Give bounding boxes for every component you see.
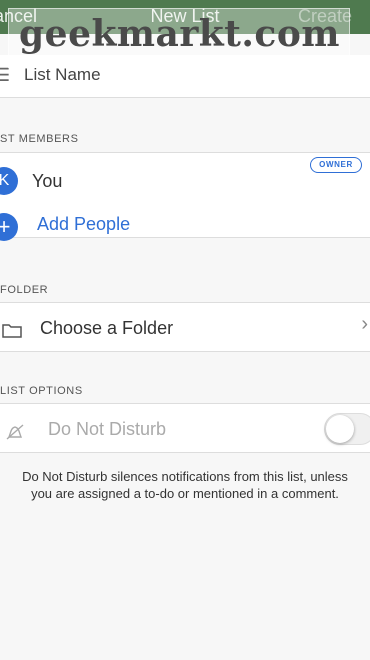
section-header-options: LIST OPTIONS bbox=[0, 385, 83, 397]
member-name: You bbox=[32, 171, 63, 191]
footnote-line-1: Do Not Disturb silences notifications fr… bbox=[22, 469, 348, 484]
owner-badge: OWNER bbox=[310, 157, 362, 173]
watermark: geekmarkt.com bbox=[8, 8, 350, 68]
muted-bell-icon bbox=[6, 424, 24, 440]
add-people-button[interactable]: + Add People bbox=[0, 199, 370, 241]
chevron-right-icon: › bbox=[361, 313, 368, 335]
section-header-folder: FOLDER bbox=[0, 284, 49, 296]
plus-icon: + bbox=[0, 213, 18, 241]
do-not-disturb-label: Do Not Disturb bbox=[48, 419, 167, 439]
do-not-disturb-toggle[interactable] bbox=[324, 413, 370, 445]
avatar: K bbox=[0, 167, 18, 195]
members-card: K You OWNER + Add People bbox=[0, 152, 370, 241]
toggle-knob bbox=[326, 415, 354, 443]
section-header-members: ST MEMBERS bbox=[0, 133, 79, 145]
footnote-line-2: you are assigned a to-do or mentioned in… bbox=[31, 486, 339, 501]
member-row-you[interactable]: K You OWNER bbox=[0, 153, 370, 195]
do-not-disturb-row: Do Not Disturb bbox=[0, 403, 370, 453]
watermark-text: geekmarkt.com bbox=[19, 13, 340, 55]
choose-folder-row[interactable]: Choose a Folder › bbox=[0, 302, 370, 352]
list-name-placeholder: List Name bbox=[24, 65, 101, 84]
add-people-label: Add People bbox=[37, 214, 131, 234]
menu-icon: ☰ bbox=[0, 65, 11, 85]
folder-icon bbox=[2, 324, 22, 338]
do-not-disturb-description: Do Not Disturb silences notifications fr… bbox=[0, 468, 370, 502]
choose-folder-label: Choose a Folder bbox=[40, 318, 174, 338]
